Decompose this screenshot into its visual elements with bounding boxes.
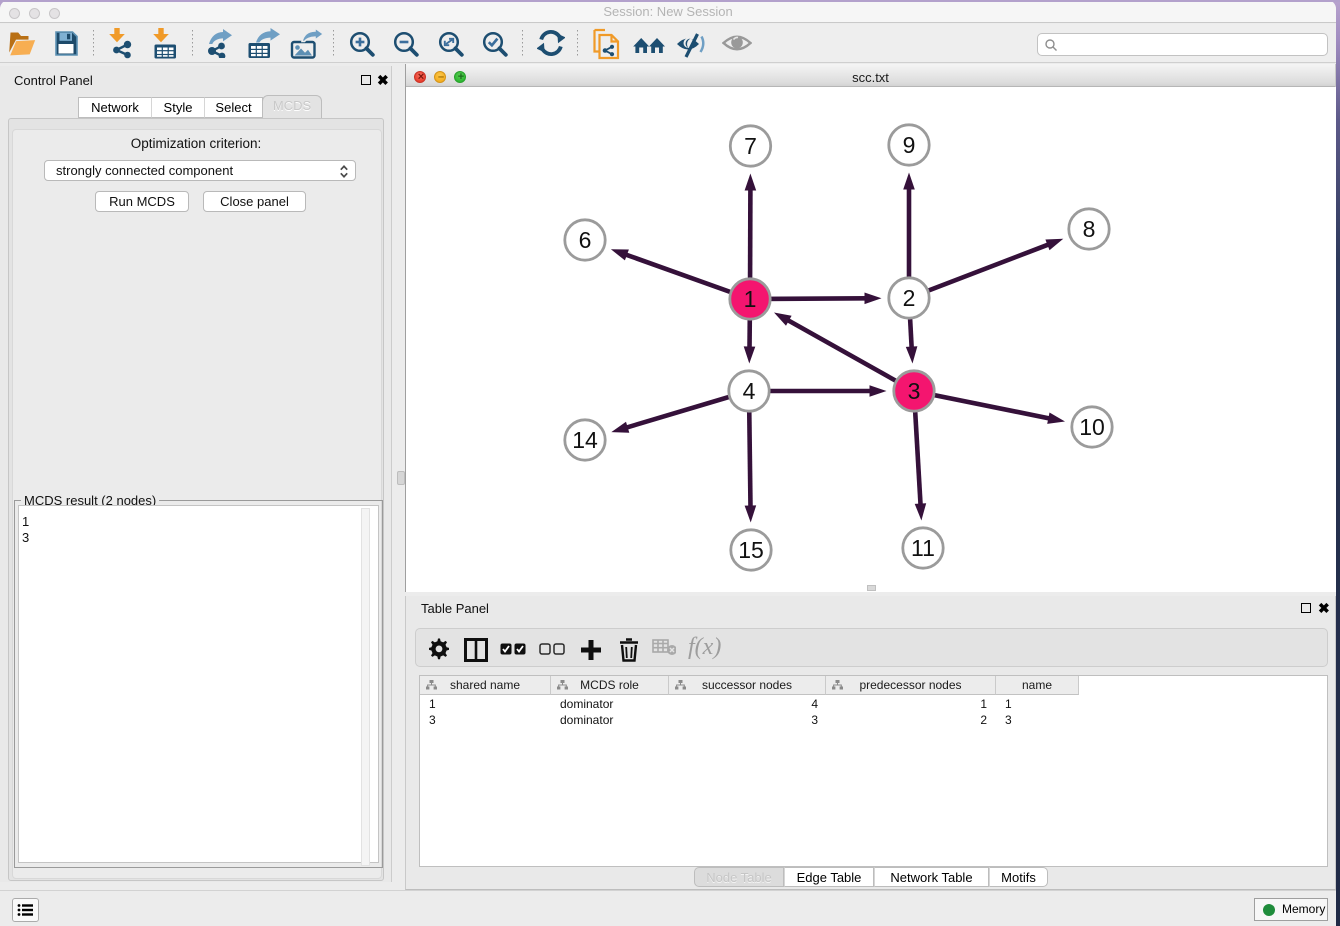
svg-text:9: 9 xyxy=(903,132,916,158)
svg-text:8: 8 xyxy=(1083,216,1096,242)
svg-text:11: 11 xyxy=(911,535,935,561)
svg-text:4: 4 xyxy=(743,378,756,404)
svg-text:2: 2 xyxy=(903,285,916,311)
svg-text:14: 14 xyxy=(572,427,598,453)
svg-text:3: 3 xyxy=(908,378,921,404)
svg-text:1: 1 xyxy=(744,286,757,312)
svg-text:7: 7 xyxy=(744,133,757,159)
svg-text:10: 10 xyxy=(1079,414,1105,440)
svg-text:15: 15 xyxy=(738,537,764,563)
svg-text:6: 6 xyxy=(579,227,592,253)
